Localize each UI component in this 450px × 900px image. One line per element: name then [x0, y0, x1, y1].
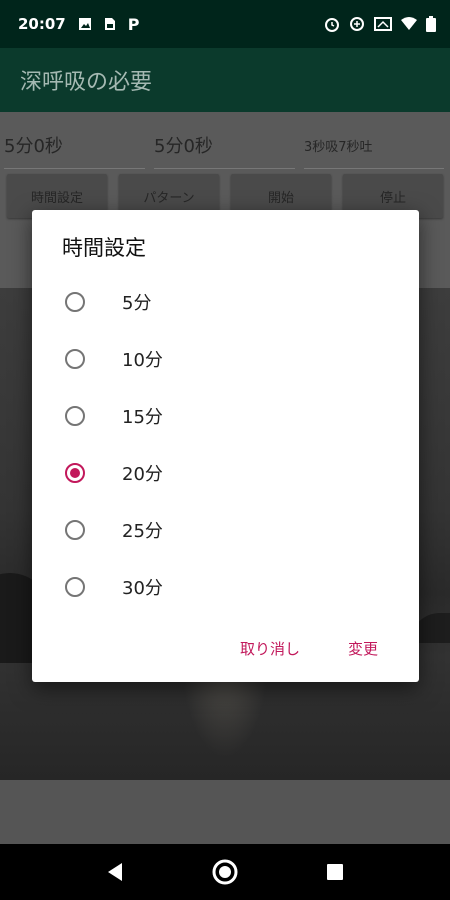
- option-label: 15分: [122, 407, 163, 428]
- app-title: 深呼吸の必要: [20, 70, 153, 95]
- option-15min[interactable]: 15分: [32, 391, 419, 441]
- option-30min[interactable]: 30分: [32, 562, 419, 612]
- radio-dot: [70, 468, 80, 478]
- time-setting-dialog: 時間設定 5分 10分 15分 20分 25分 30分 取り消し 変更: [32, 210, 419, 682]
- status-time: 20:07: [18, 15, 66, 33]
- pattern-field[interactable]: 3秒吸7秒吐: [304, 122, 444, 169]
- recents-icon[interactable]: [315, 852, 355, 892]
- option-10min[interactable]: 10分: [32, 334, 419, 384]
- alarm-icon: [324, 16, 340, 32]
- home-icon[interactable]: [205, 852, 245, 892]
- confirm-button[interactable]: 変更: [348, 636, 378, 660]
- cancel-button[interactable]: 取り消し: [240, 636, 300, 660]
- time-field-2[interactable]: 5分0秒: [154, 122, 295, 169]
- p-icon: P: [127, 14, 140, 34]
- cast-icon: [374, 17, 392, 31]
- bottom-area: [0, 780, 450, 844]
- time-field-1[interactable]: 5分0秒: [4, 122, 145, 169]
- radio-button[interactable]: [65, 577, 85, 597]
- back-icon[interactable]: [95, 852, 135, 892]
- radio-button[interactable]: [65, 406, 85, 426]
- status-bar: 20:07 P: [0, 0, 450, 48]
- option-label: 5分: [122, 293, 152, 314]
- app-bar: 深呼吸の必要: [0, 48, 450, 112]
- battery-icon: [426, 16, 436, 32]
- option-label: 30分: [122, 578, 163, 599]
- radio-button[interactable]: [65, 349, 85, 369]
- option-label: 20分: [122, 464, 163, 485]
- radio-button-selected[interactable]: [65, 463, 85, 483]
- radio-button[interactable]: [65, 292, 85, 312]
- sim-icon: [104, 17, 116, 31]
- dialog-title: 時間設定: [62, 236, 146, 260]
- wifi-icon: [401, 17, 417, 31]
- image-icon: [78, 17, 92, 31]
- option-25min[interactable]: 25分: [32, 505, 419, 555]
- option-label: 10分: [122, 350, 163, 371]
- data-saver-icon: [349, 16, 365, 32]
- option-label: 25分: [122, 521, 163, 542]
- navigation-bar: [0, 844, 450, 900]
- field-row: 5分0秒 5分0秒 3秒吸7秒吐: [0, 122, 450, 170]
- radio-button[interactable]: [65, 520, 85, 540]
- option-20min[interactable]: 20分: [32, 448, 419, 498]
- option-5min[interactable]: 5分: [32, 277, 419, 327]
